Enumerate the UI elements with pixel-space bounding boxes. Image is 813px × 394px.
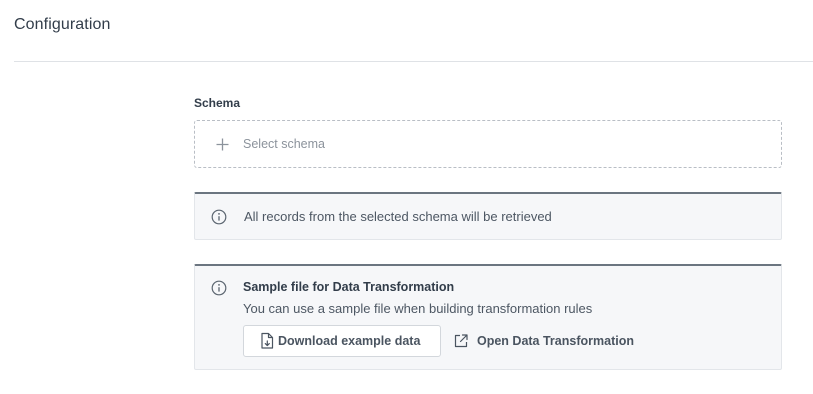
info-icon (211, 209, 227, 225)
download-example-data-button[interactable]: Download example data (243, 325, 441, 357)
select-schema-placeholder: Select schema (243, 137, 325, 151)
sample-file-notice: Sample file for Data Transformation You … (194, 264, 782, 370)
info-icon (211, 280, 227, 296)
page-title: Configuration (14, 16, 111, 33)
open-data-transformation-label: Open Data Transformation (477, 334, 634, 348)
sample-file-title: Sample file for Data Transformation (243, 280, 455, 294)
records-info-text: All records from the selected schema wil… (244, 209, 552, 224)
configuration-form: Schema Select schema All records from th… (194, 95, 782, 370)
schema-label: Schema (194, 96, 241, 110)
header-divider (14, 61, 813, 62)
plus-icon (216, 138, 229, 151)
download-example-data-label: Download example data (278, 334, 421, 348)
records-info-notice: All records from the selected schema wil… (194, 192, 782, 240)
file-download-icon (259, 332, 275, 350)
external-link-icon (453, 333, 469, 349)
sample-file-description: You can use a sample file when building … (243, 301, 593, 316)
open-data-transformation-link[interactable]: Open Data Transformation (453, 325, 634, 357)
select-schema-button[interactable]: Select schema (194, 120, 782, 168)
